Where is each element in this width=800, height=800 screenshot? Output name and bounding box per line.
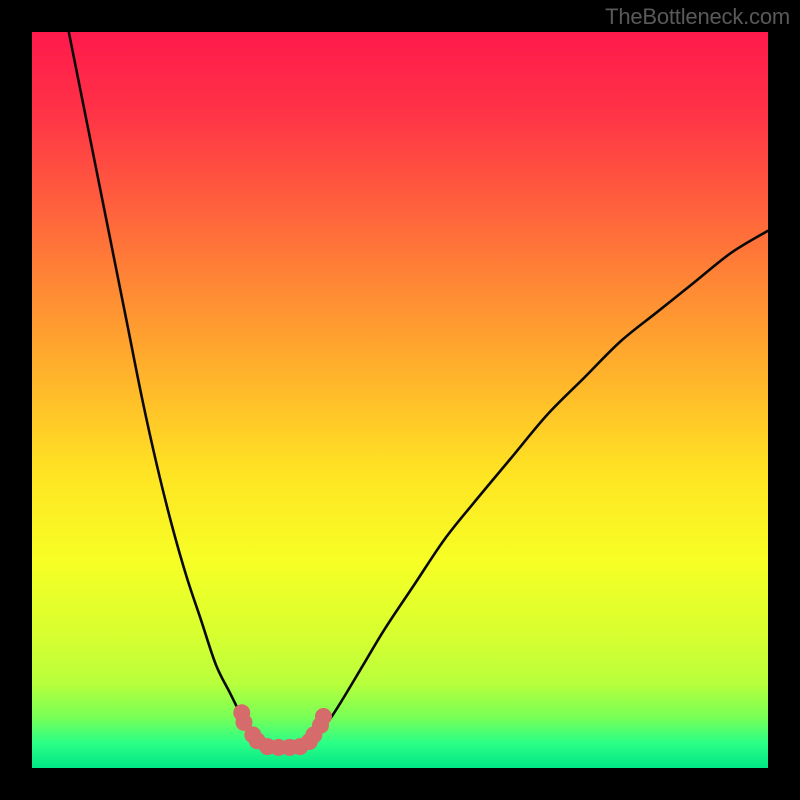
chart-svg <box>32 32 768 768</box>
plot-area <box>32 32 768 768</box>
attribution-text: TheBottleneck.com <box>605 4 790 30</box>
chart-frame: TheBottleneck.com <box>0 0 800 800</box>
data-dot <box>315 708 332 725</box>
